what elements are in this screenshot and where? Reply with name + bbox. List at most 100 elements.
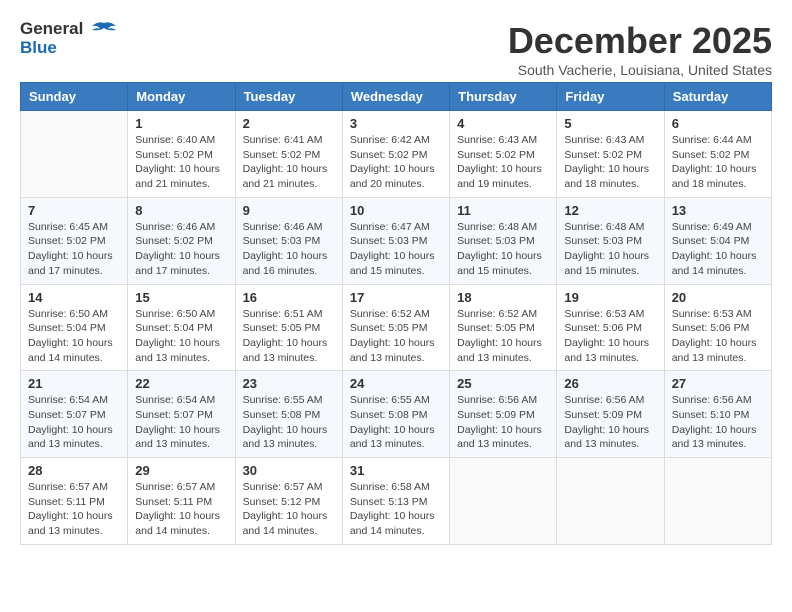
- calendar-cell: 16 Sunrise: 6:51 AM Sunset: 5:05 PM Dayli…: [235, 284, 342, 371]
- calendar-cell: [21, 111, 128, 198]
- day-number: 29: [135, 463, 227, 478]
- day-info: Sunrise: 6:53 AM Sunset: 5:06 PM Dayligh…: [564, 307, 656, 366]
- calendar-cell: 8 Sunrise: 6:46 AM Sunset: 5:02 PM Daylig…: [128, 197, 235, 284]
- calendar-cell: 21Sunrise: 6:54 AM Sunset: 5:07 PM Dayli…: [21, 371, 128, 458]
- calendar-week-row: 1Sunrise: 6:40 AM Sunset: 5:02 PM Daylig…: [21, 111, 772, 198]
- day-number: 7: [28, 203, 120, 218]
- calendar-cell: 25 Sunrise: 6:56 AM Sunset: 5:09 PM Dayli…: [450, 371, 557, 458]
- day-info: Sunrise: 6:52 AM Sunset: 5:05 PM Dayligh…: [350, 307, 442, 366]
- day-info: Sunrise: 6:57 AM Sunset: 5:12 PM Dayligh…: [243, 480, 335, 539]
- day-info: Sunrise: 6:45 AM Sunset: 5:02 PM Dayligh…: [28, 220, 120, 279]
- calendar-cell: [664, 458, 771, 545]
- calendar-cell: 23 Sunrise: 6:55 AM Sunset: 5:08 PM Dayli…: [235, 371, 342, 458]
- day-number: 31: [350, 463, 442, 478]
- day-info: Sunrise: 6:48 AM Sunset: 5:03 PM Dayligh…: [564, 220, 656, 279]
- calendar-week-row: 7 Sunrise: 6:45 AM Sunset: 5:02 PM Daylig…: [21, 197, 772, 284]
- day-number: 20: [672, 290, 764, 305]
- calendar-cell: 22 Sunrise: 6:54 AM Sunset: 5:07 PM Dayli…: [128, 371, 235, 458]
- calendar-cell: 11 Sunrise: 6:48 AM Sunset: 5:03 PM Dayli…: [450, 197, 557, 284]
- page-header: General Blue December 2025 South Vacheri…: [20, 20, 772, 78]
- day-info: Sunrise: 6:58 AM Sunset: 5:13 PM Dayligh…: [350, 480, 442, 539]
- day-info: Sunrise: 6:54 AM Sunset: 5:07 PM Dayligh…: [135, 393, 227, 452]
- day-info: Sunrise: 6:42 AM Sunset: 5:02 PM Dayligh…: [350, 133, 442, 192]
- day-number: 19: [564, 290, 656, 305]
- calendar-header-sunday: Sunday: [21, 83, 128, 111]
- day-info: Sunrise: 6:43 AM Sunset: 5:02 PM Dayligh…: [564, 133, 656, 192]
- calendar-cell: 9Sunrise: 6:46 AM Sunset: 5:03 PM Daylig…: [235, 197, 342, 284]
- calendar-cell: 5 Sunrise: 6:43 AM Sunset: 5:02 PM Daylig…: [557, 111, 664, 198]
- day-info: Sunrise: 6:56 AM Sunset: 5:10 PM Dayligh…: [672, 393, 764, 452]
- logo-general: General: [20, 20, 118, 39]
- calendar-header-saturday: Saturday: [664, 83, 771, 111]
- day-number: 22: [135, 376, 227, 391]
- day-info: Sunrise: 6:50 AM Sunset: 5:04 PM Dayligh…: [28, 307, 120, 366]
- calendar-cell: 20Sunrise: 6:53 AM Sunset: 5:06 PM Dayli…: [664, 284, 771, 371]
- calendar-cell: 19 Sunrise: 6:53 AM Sunset: 5:06 PM Dayli…: [557, 284, 664, 371]
- calendar-cell: 31 Sunrise: 6:58 AM Sunset: 5:13 PM Dayli…: [342, 458, 449, 545]
- day-info: Sunrise: 6:50 AM Sunset: 5:04 PM Dayligh…: [135, 307, 227, 366]
- calendar-cell: 4 Sunrise: 6:43 AM Sunset: 5:02 PM Daylig…: [450, 111, 557, 198]
- day-number: 28: [28, 463, 120, 478]
- day-info: Sunrise: 6:48 AM Sunset: 5:03 PM Dayligh…: [457, 220, 549, 279]
- day-number: 24: [350, 376, 442, 391]
- calendar-week-row: 14Sunrise: 6:50 AM Sunset: 5:04 PM Dayli…: [21, 284, 772, 371]
- day-info: Sunrise: 6:52 AM Sunset: 5:05 PM Dayligh…: [457, 307, 549, 366]
- day-info: Sunrise: 6:56 AM Sunset: 5:09 PM Dayligh…: [564, 393, 656, 452]
- day-number: 15: [135, 290, 227, 305]
- day-info: Sunrise: 6:55 AM Sunset: 5:08 PM Dayligh…: [350, 393, 442, 452]
- calendar-cell: 30Sunrise: 6:57 AM Sunset: 5:12 PM Dayli…: [235, 458, 342, 545]
- day-number: 9: [243, 203, 335, 218]
- calendar-header-friday: Friday: [557, 83, 664, 111]
- calendar-cell: 29Sunrise: 6:57 AM Sunset: 5:11 PM Dayli…: [128, 458, 235, 545]
- calendar-cell: 7 Sunrise: 6:45 AM Sunset: 5:02 PM Daylig…: [21, 197, 128, 284]
- day-number: 4: [457, 116, 549, 131]
- calendar-week-row: 21 Sunrise: 6:54 AM Sunset: 5:07 PM Dayli…: [21, 371, 772, 458]
- page-subtitle: South Vacherie, Louisiana, United States: [508, 62, 772, 78]
- day-number: 12: [564, 203, 656, 218]
- page-title: December 2025: [508, 20, 772, 62]
- day-number: 17: [350, 290, 442, 305]
- calendar-cell: 6 Sunrise: 6:44 AM Sunset: 5:02 PM Daylig…: [664, 111, 771, 198]
- calendar-cell: 24 Sunrise: 6:55 AM Sunset: 5:08 PM Dayli…: [342, 371, 449, 458]
- day-info: Sunrise: 6:55 AM Sunset: 5:08 PM Dayligh…: [243, 393, 335, 452]
- calendar-cell: 12 Sunrise: 6:48 AM Sunset: 5:03 PM Dayli…: [557, 197, 664, 284]
- calendar-cell: 28 Sunrise: 6:57 AM Sunset: 5:11 PM Dayli…: [21, 458, 128, 545]
- calendar-cell: 10Sunrise: 6:47 AM Sunset: 5:03 PM Dayli…: [342, 197, 449, 284]
- calendar-cell: 27Sunrise: 6:56 AM Sunset: 5:10 PM Dayli…: [664, 371, 771, 458]
- logo-blue: Blue: [20, 39, 118, 58]
- day-number: 25: [457, 376, 549, 391]
- day-info: Sunrise: 6:46 AM Sunset: 5:02 PM Dayligh…: [135, 220, 227, 279]
- logo-bird-icon: [90, 21, 118, 39]
- calendar-cell: 1Sunrise: 6:40 AM Sunset: 5:02 PM Daylig…: [128, 111, 235, 198]
- day-number: 16: [243, 290, 335, 305]
- logo: General Blue: [20, 20, 118, 57]
- day-number: 3: [350, 116, 442, 131]
- day-info: Sunrise: 6:43 AM Sunset: 5:02 PM Dayligh…: [457, 133, 549, 192]
- day-number: 5: [564, 116, 656, 131]
- day-number: 23: [243, 376, 335, 391]
- calendar-cell: 15 Sunrise: 6:50 AM Sunset: 5:04 PM Dayli…: [128, 284, 235, 371]
- calendar-header-row: SundayMondayTuesdayWednesdayThursdayFrid…: [21, 83, 772, 111]
- day-number: 1: [135, 116, 227, 131]
- calendar-body: 1Sunrise: 6:40 AM Sunset: 5:02 PM Daylig…: [21, 111, 772, 545]
- day-number: 6: [672, 116, 764, 131]
- calendar-cell: 2Sunrise: 6:41 AM Sunset: 5:02 PM Daylig…: [235, 111, 342, 198]
- day-info: Sunrise: 6:57 AM Sunset: 5:11 PM Dayligh…: [28, 480, 120, 539]
- day-number: 8: [135, 203, 227, 218]
- day-number: 18: [457, 290, 549, 305]
- calendar-cell: 13Sunrise: 6:49 AM Sunset: 5:04 PM Dayli…: [664, 197, 771, 284]
- title-area: December 2025 South Vacherie, Louisiana,…: [508, 20, 772, 78]
- day-info: Sunrise: 6:44 AM Sunset: 5:02 PM Dayligh…: [672, 133, 764, 192]
- day-info: Sunrise: 6:51 AM Sunset: 5:05 PM Dayligh…: [243, 307, 335, 366]
- day-info: Sunrise: 6:49 AM Sunset: 5:04 PM Dayligh…: [672, 220, 764, 279]
- day-number: 11: [457, 203, 549, 218]
- calendar-header-wednesday: Wednesday: [342, 83, 449, 111]
- day-info: Sunrise: 6:56 AM Sunset: 5:09 PM Dayligh…: [457, 393, 549, 452]
- calendar-cell: 26 Sunrise: 6:56 AM Sunset: 5:09 PM Dayli…: [557, 371, 664, 458]
- calendar-cell: 17 Sunrise: 6:52 AM Sunset: 5:05 PM Dayli…: [342, 284, 449, 371]
- day-number: 21: [28, 376, 120, 391]
- calendar-header-tuesday: Tuesday: [235, 83, 342, 111]
- calendar-cell: 3 Sunrise: 6:42 AM Sunset: 5:02 PM Daylig…: [342, 111, 449, 198]
- day-info: Sunrise: 6:47 AM Sunset: 5:03 PM Dayligh…: [350, 220, 442, 279]
- day-number: 26: [564, 376, 656, 391]
